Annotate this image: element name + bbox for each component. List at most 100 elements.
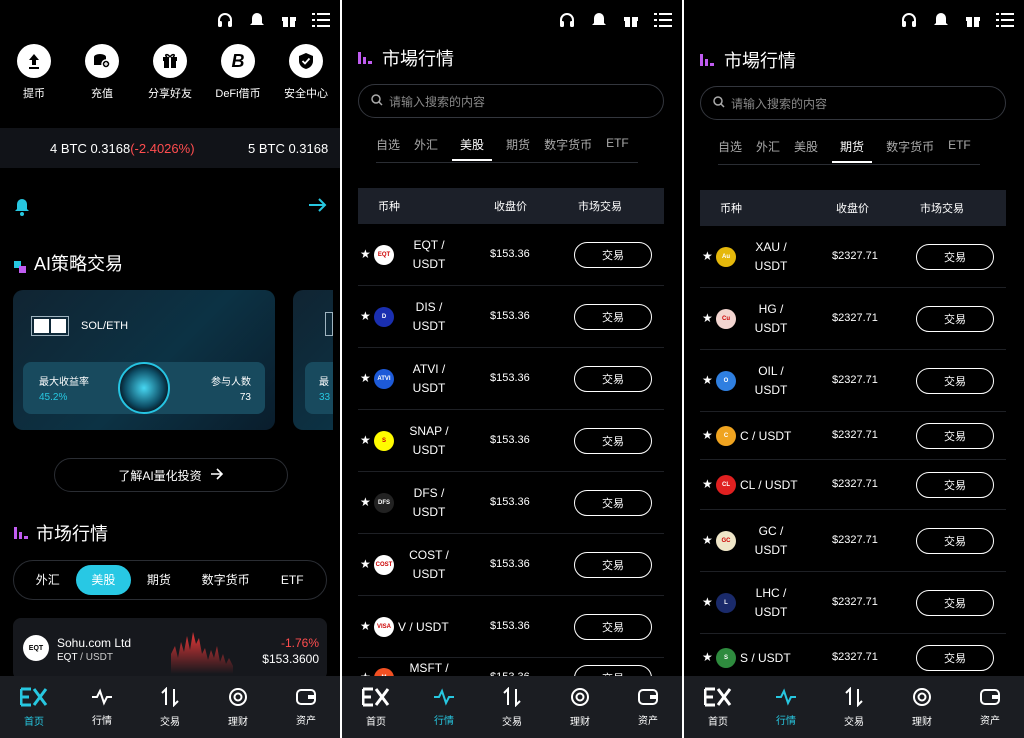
trade-button[interactable]: 交易 (574, 366, 652, 392)
tab-finance[interactable]: 理财 (888, 676, 956, 738)
tab-market[interactable]: 行情 (752, 676, 820, 738)
table-row[interactable]: ★ O OIL / USDT $2327.71 交易 (700, 350, 1006, 412)
tab-market[interactable]: 行情 (68, 676, 136, 738)
trade-button[interactable]: 交易 (916, 423, 994, 449)
trade-button[interactable]: 交易 (916, 645, 994, 671)
trade-button[interactable]: 交易 (574, 614, 652, 640)
quick-defi[interactable]: B DeFi借币 (205, 44, 271, 101)
trade-button[interactable]: 交易 (916, 472, 994, 498)
favorite-star-icon[interactable]: ★ (702, 595, 713, 609)
favorite-star-icon[interactable]: ★ (360, 309, 371, 323)
gift-icon[interactable] (280, 11, 298, 29)
trade-button[interactable]: 交易 (916, 590, 994, 616)
notification-icon[interactable] (932, 11, 950, 29)
menu-icon[interactable] (654, 11, 672, 29)
table-row[interactable]: ★ DFS DFS / USDT $153.36 交易 (358, 472, 664, 534)
search-input[interactable]: 请输入搜索的内容 (700, 86, 1006, 120)
learn-ai-button[interactable]: 了解AI量化投资 (54, 458, 288, 492)
tab-crypto[interactable]: 数字货币 (544, 136, 592, 161)
notification-icon[interactable] (590, 11, 608, 29)
table-row[interactable]: ★ VISA V / USDT $153.36 交易 (358, 596, 664, 658)
favorite-star-icon[interactable]: ★ (702, 533, 713, 547)
gift-icon[interactable] (622, 11, 640, 29)
quick-deposit[interactable]: 充值 (69, 44, 135, 101)
tab-home[interactable]: 首页 (684, 676, 752, 738)
ai-strategy-card[interactable]: SOL/ETH 最大收益率 45.2% 参与人数 73 (13, 290, 275, 430)
table-row[interactable]: ★ Au XAU / USDT $2327.71 交易 (700, 226, 1006, 288)
tab-assets[interactable]: 资产 (614, 676, 682, 738)
favorite-star-icon[interactable]: ★ (702, 477, 713, 491)
favorite-star-icon[interactable]: ★ (702, 249, 713, 263)
ticker-item[interactable]: 4 BTC 0.3168(-2.4026%) (50, 141, 195, 156)
table-row[interactable]: ★ D DIS / USDT $153.36 交易 (358, 286, 664, 348)
table-row[interactable]: ★ S S / USDT $2327.71 交易 (700, 634, 1006, 682)
tab-home[interactable]: 首页 (342, 676, 410, 738)
trade-button[interactable]: 交易 (574, 242, 652, 268)
favorite-star-icon[interactable]: ★ (360, 619, 371, 633)
tab-market[interactable]: 行情 (410, 676, 478, 738)
segment-forex[interactable]: 外汇 (20, 565, 76, 595)
favorite-star-icon[interactable]: ★ (702, 428, 713, 442)
trade-button[interactable]: 交易 (916, 244, 994, 270)
favorite-star-icon[interactable]: ★ (702, 650, 713, 664)
trade-button[interactable]: 交易 (574, 428, 652, 454)
tab-us-stocks[interactable]: 美股 (794, 138, 818, 163)
table-row[interactable]: ★ L LHC / USDT $2327.71 交易 (700, 572, 1006, 634)
favorite-star-icon[interactable]: ★ (702, 373, 713, 387)
search-input[interactable]: 请输入搜索的内容 (358, 84, 664, 118)
headset-icon[interactable] (900, 11, 918, 29)
tab-trade[interactable]: 交易 (820, 676, 888, 738)
tab-us-stocks[interactable]: 美股 (452, 136, 493, 161)
tab-etf[interactable]: ETF (606, 136, 629, 161)
table-row[interactable]: ★ CL CL / USDT $2327.71 交易 (700, 460, 1006, 510)
notification-icon[interactable] (248, 11, 266, 29)
tab-trade[interactable]: 交易 (136, 676, 204, 738)
favorite-star-icon[interactable]: ★ (360, 371, 371, 385)
favorite-star-icon[interactable]: ★ (360, 495, 371, 509)
trade-button[interactable]: 交易 (916, 528, 994, 554)
trade-button[interactable]: 交易 (916, 368, 994, 394)
tab-favorites[interactable]: 自选 (376, 136, 400, 161)
segment-crypto[interactable]: 数字货币 (187, 565, 265, 595)
quick-security[interactable]: 安全中心 (273, 44, 339, 101)
trade-button[interactable]: 交易 (916, 306, 994, 332)
segment-etf[interactable]: ETF (264, 565, 320, 595)
headset-icon[interactable] (216, 11, 234, 29)
headset-icon[interactable] (558, 11, 576, 29)
tab-forex[interactable]: 外汇 (414, 136, 438, 161)
featured-market-item[interactable]: EQT Sohu.com Ltd EQT / USDT -1.76% $153.… (13, 618, 327, 680)
ticker-item[interactable]: 5 BTC 0.3168 (248, 141, 328, 156)
table-row[interactable]: ★ EQT EQT / USDT $153.36 交易 (358, 224, 664, 286)
favorite-star-icon[interactable]: ★ (360, 433, 371, 447)
table-row[interactable]: ★ S SNAP / USDT $153.36 交易 (358, 410, 664, 472)
tab-finance[interactable]: 理财 (204, 676, 272, 738)
favorite-star-icon[interactable]: ★ (360, 557, 371, 571)
quick-share[interactable]: 分享好友 (137, 44, 203, 101)
trade-button[interactable]: 交易 (574, 552, 652, 578)
trade-button[interactable]: 交易 (574, 490, 652, 516)
favorite-star-icon[interactable]: ★ (702, 311, 713, 325)
menu-icon[interactable] (996, 11, 1014, 29)
table-row[interactable]: ★ ATVI ATVI / USDT $153.36 交易 (358, 348, 664, 410)
segment-us-stocks[interactable]: 美股 (75, 565, 132, 595)
gift-icon[interactable] (964, 11, 982, 29)
table-row[interactable]: ★ C C / USDT $2327.71 交易 (700, 412, 1006, 460)
quick-withdraw[interactable]: 提币 (1, 44, 67, 101)
tab-futures[interactable]: 期货 (506, 136, 530, 161)
tab-assets[interactable]: 资产 (956, 676, 1024, 738)
table-row[interactable]: ★ GC GC / USDT $2327.71 交易 (700, 510, 1006, 572)
tab-favorites[interactable]: 自选 (718, 138, 742, 163)
favorite-star-icon[interactable]: ★ (360, 247, 371, 261)
table-row[interactable]: ★ COST COST / USDT $153.36 交易 (358, 534, 664, 596)
arrow-right-icon[interactable] (308, 196, 328, 219)
tab-trade[interactable]: 交易 (478, 676, 546, 738)
tab-crypto[interactable]: 数字货币 (886, 138, 934, 163)
tab-home[interactable]: 首页 (0, 676, 68, 738)
tab-futures[interactable]: 期货 (832, 138, 873, 163)
trade-button[interactable]: 交易 (574, 304, 652, 330)
segment-futures[interactable]: 期货 (131, 565, 187, 595)
table-row[interactable]: ★ Cu HG / USDT $2327.71 交易 (700, 288, 1006, 350)
tab-finance[interactable]: 理财 (546, 676, 614, 738)
tab-assets[interactable]: 资产 (272, 676, 340, 738)
menu-icon[interactable] (312, 11, 330, 29)
